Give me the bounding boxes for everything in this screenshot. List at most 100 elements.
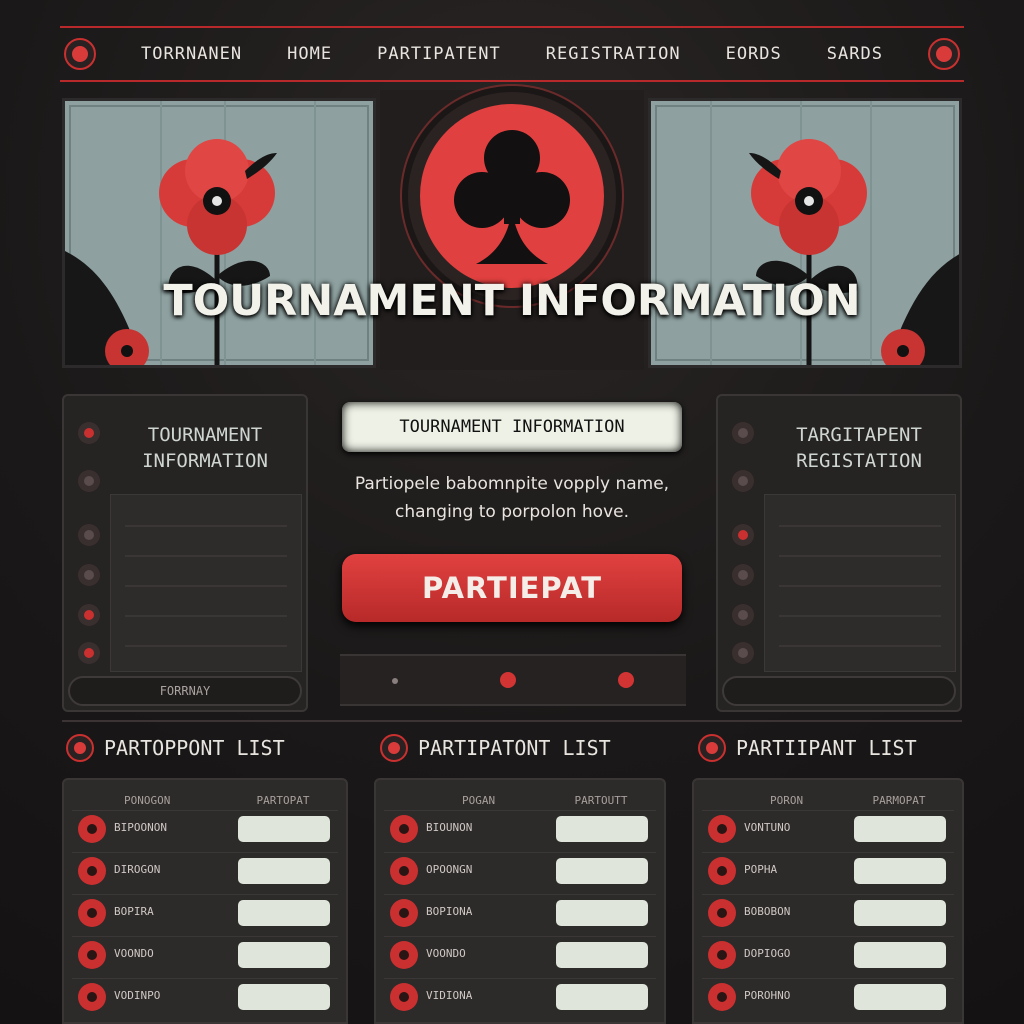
participant-input[interactable] xyxy=(238,900,330,926)
participant-input[interactable] xyxy=(556,816,648,842)
participant-input[interactable] xyxy=(238,984,330,1010)
right-rail xyxy=(728,408,758,670)
participant-input[interactable] xyxy=(238,858,330,884)
rail-icon[interactable] xyxy=(78,642,100,664)
left-panel-body xyxy=(110,494,302,672)
page: TORRNANEN HOME PARTIPATENT REGISTRATION … xyxy=(0,0,1024,1024)
participant-input[interactable] xyxy=(854,942,946,968)
rail-icon[interactable] xyxy=(78,524,100,546)
rail-icon[interactable] xyxy=(732,422,754,444)
participant-input[interactable] xyxy=(556,900,648,926)
list-row[interactable]: BOBOBON xyxy=(702,894,954,931)
rail-icon[interactable] xyxy=(78,564,100,586)
left-panel-heading: TOURNAMENT INFORMATION xyxy=(142,424,268,472)
spade-icon xyxy=(78,815,106,843)
list-row[interactable]: DOPIOGO xyxy=(702,936,954,973)
spade-icon xyxy=(708,899,736,927)
participant-list-2: POGAN PARTOUTT BIOUNON OPOONGN BOPIONA V… xyxy=(374,778,666,1024)
list-row[interactable]: POROHNO xyxy=(702,978,954,1015)
left-rail xyxy=(74,408,104,670)
spade-icon xyxy=(708,815,736,843)
participant-input[interactable] xyxy=(556,858,648,884)
control-bar xyxy=(340,654,686,706)
participant-input[interactable] xyxy=(854,984,946,1010)
spade-icon xyxy=(708,983,736,1011)
rail-icon[interactable] xyxy=(732,564,754,586)
participant-input[interactable] xyxy=(854,900,946,926)
list-row[interactable]: DIROGON xyxy=(72,852,338,889)
spade-icon xyxy=(390,899,418,927)
rail-icon[interactable] xyxy=(732,470,754,492)
nav-item-participant[interactable]: PARTIPATENT xyxy=(377,44,501,64)
nav-item-boards[interactable]: EORDS xyxy=(726,44,782,64)
participant-input[interactable] xyxy=(854,816,946,842)
rail-icon[interactable] xyxy=(732,524,754,546)
spade-icon xyxy=(78,899,106,927)
list-row[interactable]: VIDIONA xyxy=(384,978,656,1015)
ctrl-dot-icon[interactable] xyxy=(618,672,634,688)
section-divider xyxy=(62,720,962,722)
menu-icon[interactable] xyxy=(927,38,960,70)
participant-input[interactable] xyxy=(238,816,330,842)
list-title: PARTOPPONT LIST xyxy=(66,734,285,762)
nav-item-tournament[interactable]: TORRNANEN xyxy=(141,44,242,64)
list-badge-icon xyxy=(66,734,94,762)
participate-button[interactable]: PARTIEPAT xyxy=(342,554,682,622)
nav-item-registration[interactable]: REGISTRATION xyxy=(546,44,681,64)
left-panel-footer-button[interactable]: FORRNAY xyxy=(68,676,302,706)
rail-icon[interactable] xyxy=(732,604,754,626)
right-panel-heading: TARGITAPENT REGISTATION xyxy=(796,424,922,472)
list-row[interactable]: BIPOONON xyxy=(72,810,338,847)
spade-icon xyxy=(78,857,106,885)
ctrl-dot-icon[interactable] xyxy=(500,672,516,688)
spade-icon xyxy=(390,857,418,885)
ctrl-dot-icon[interactable] xyxy=(392,678,398,684)
list-badge-icon xyxy=(698,734,726,762)
spade-icon xyxy=(708,857,736,885)
participant-input[interactable] xyxy=(238,942,330,968)
list-row[interactable]: BOPIRA xyxy=(72,894,338,931)
list-title: PARTIPATONT LIST xyxy=(380,734,611,762)
hero-art-left xyxy=(62,98,376,368)
club-suit-icon xyxy=(420,104,604,288)
participant-list-1: PONOGON PARTOPAT BIPOONON DIROGON BOPIRA… xyxy=(62,778,348,1024)
participant-input[interactable] xyxy=(854,858,946,884)
left-info-panel: TOURNAMENT INFORMATION FORRNAY xyxy=(62,394,308,712)
list-row[interactable]: BOPIONA xyxy=(384,894,656,931)
spade-icon xyxy=(708,941,736,969)
right-panel-body xyxy=(764,494,956,672)
rail-icon[interactable] xyxy=(732,642,754,664)
logo-icon[interactable] xyxy=(64,38,96,70)
participant-input[interactable] xyxy=(556,984,648,1010)
participant-list-3: PORON PARMOPAT VONTUNO POPHA BOBOBON DOP… xyxy=(692,778,964,1024)
poppy-flower-icon xyxy=(65,101,316,365)
list-row[interactable]: VODINPO xyxy=(72,978,338,1015)
list-row[interactable]: OPOONGN xyxy=(384,852,656,889)
spade-icon xyxy=(390,941,418,969)
nav-item-home[interactable]: HOME xyxy=(287,44,332,64)
list-badge-icon xyxy=(380,734,408,762)
rail-icon[interactable] xyxy=(78,470,100,492)
participant-input[interactable] xyxy=(556,942,648,968)
list-row[interactable]: VOONDO xyxy=(384,936,656,973)
tournament-description: Partiopele babomnpite vopply name, chang… xyxy=(354,474,670,522)
hero-title: TOURNAMENT INFORMATION xyxy=(163,276,861,326)
tournament-info-label[interactable]: TOURNAMENT INFORMATION xyxy=(342,402,682,452)
nav-item-cards[interactable]: SARDS xyxy=(827,44,883,64)
right-panel-footer-button[interactable] xyxy=(722,676,956,706)
spade-icon xyxy=(78,983,106,1011)
right-registration-panel: TARGITAPENT REGISTATION xyxy=(716,394,962,712)
rail-icon[interactable] xyxy=(78,604,100,626)
list-row[interactable]: POPHA xyxy=(702,852,954,889)
list-row[interactable]: VONTUNO xyxy=(702,810,954,847)
spade-icon xyxy=(78,941,106,969)
list-row[interactable]: VOONDO xyxy=(72,936,338,973)
hero-art-right xyxy=(648,98,962,368)
list-row[interactable]: BIOUNON xyxy=(384,810,656,847)
list-title: PARTIIPANT LIST xyxy=(698,734,917,762)
spade-icon xyxy=(390,815,418,843)
poppy-flower-icon xyxy=(710,101,959,365)
top-nav: TORRNANEN HOME PARTIPATENT REGISTRATION … xyxy=(60,26,964,82)
spade-icon xyxy=(390,983,418,1011)
rail-icon[interactable] xyxy=(78,422,100,444)
